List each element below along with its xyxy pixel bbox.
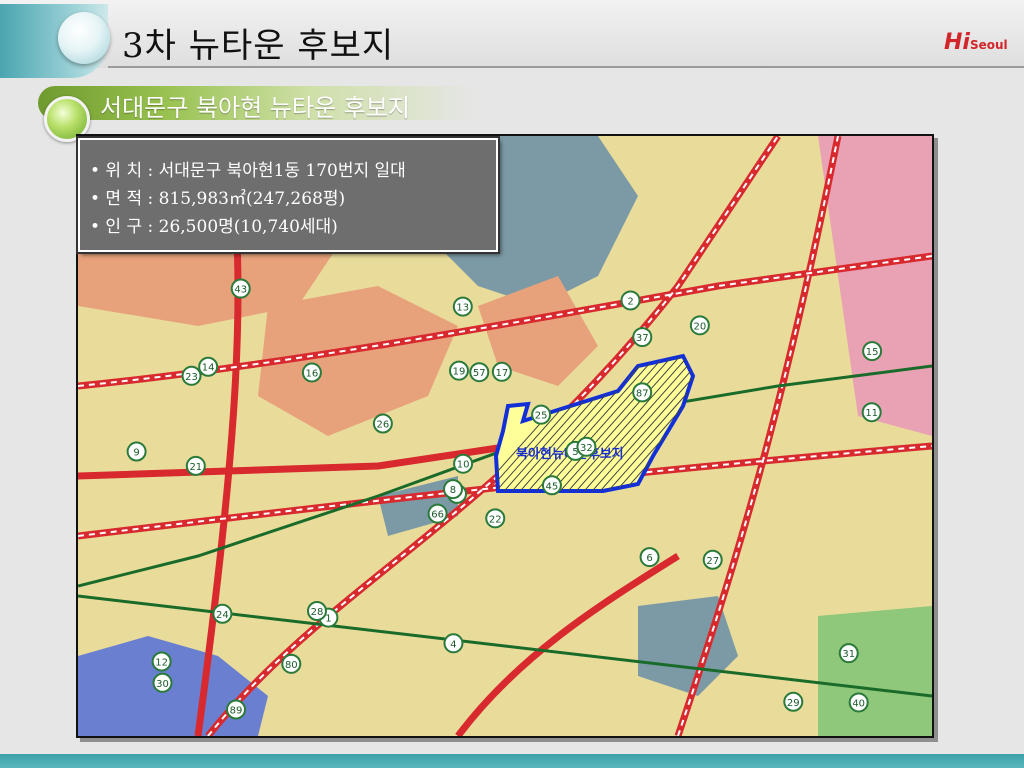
route-marker: 21 [185, 455, 206, 476]
route-marker: 15 [862, 341, 883, 362]
route-marker-label: 25 [535, 411, 548, 422]
route-marker-label: 14 [202, 363, 215, 374]
route-marker-label: 16 [306, 369, 319, 380]
route-marker: 8 [442, 479, 463, 500]
route-marker-label: 26 [377, 420, 390, 431]
route-marker: 22 [485, 508, 506, 529]
route-marker-label: 45 [546, 481, 559, 492]
route-marker-label: 13 [456, 303, 469, 314]
route-marker-label: 19 [453, 367, 466, 378]
route-marker-label: 22 [489, 514, 502, 525]
page-title: 3차 뉴타운 후보지 [122, 26, 395, 66]
info-population: • 인 구 : 26,500명(10,740세대) [90, 217, 338, 237]
route-marker-label: 11 [865, 408, 878, 419]
route-marker-label: 31 [842, 649, 855, 660]
logo-sub: Seoul [969, 38, 1008, 52]
route-marker: 16 [301, 362, 322, 383]
route-marker-label: 66 [431, 510, 444, 521]
route-marker-label: 32 [580, 443, 593, 454]
route-marker: 37 [632, 327, 653, 348]
route-marker: 17 [491, 361, 512, 382]
route-marker: 31 [838, 643, 859, 664]
footer-bar [0, 754, 1024, 768]
route-marker-label: 57 [473, 368, 486, 379]
park-zone [818, 606, 932, 736]
route-marker: 27 [702, 549, 723, 570]
route-marker-label: 40 [852, 698, 865, 709]
route-marker-label: 20 [693, 321, 706, 332]
route-marker: 12 [151, 651, 172, 672]
route-marker-label: 10 [457, 460, 470, 471]
route-marker: 13 [452, 296, 473, 317]
route-marker: 24 [212, 603, 233, 624]
route-marker: 4 [443, 633, 464, 654]
route-marker-label: 9 [133, 448, 139, 459]
logo-brand: Hi [944, 30, 970, 55]
route-marker-label: 87 [636, 388, 649, 399]
route-marker: 43 [230, 278, 251, 299]
route-marker: 6 [639, 547, 660, 568]
route-marker-label: 80 [285, 660, 298, 671]
section-title: 서대문구 북아현 뉴타운 후보지 [100, 94, 410, 122]
route-marker-label: 37 [636, 333, 649, 344]
route-marker-label: 17 [495, 368, 508, 379]
route-marker: 2 [620, 290, 641, 311]
route-marker: 26 [372, 413, 393, 434]
info-box: • 위 치 : 서대문구 북아현1동 170번지 일대 • 면 적 : 815,… [76, 136, 500, 254]
route-marker: 20 [689, 315, 710, 336]
route-marker-label: 24 [216, 610, 229, 621]
route-marker-label: 2 [627, 296, 633, 307]
route-marker: 10 [453, 453, 474, 474]
route-marker-label: 23 [185, 372, 198, 383]
route-marker-label: 6 [646, 553, 652, 564]
route-marker: 30 [152, 672, 173, 693]
route-marker: 66 [427, 503, 448, 524]
route-marker: 23 [181, 365, 202, 386]
route-marker: 19 [448, 360, 469, 381]
route-marker-label: 1 [325, 614, 331, 625]
route-marker-label: 29 [787, 698, 800, 709]
route-marker-label: 89 [230, 706, 243, 717]
route-marker: 14 [198, 356, 219, 377]
info-area: • 면 적 : 815,983㎡(247,268평) [90, 189, 346, 209]
route-marker: 11 [861, 402, 882, 423]
route-marker: 28 [306, 600, 327, 621]
info-location: • 위 치 : 서대문구 북아현1동 170번지 일대 [90, 161, 406, 181]
route-marker-label: 21 [189, 462, 202, 473]
route-marker-label: 8 [450, 485, 456, 496]
hi-seoul-logo: HiSeoul [944, 30, 1008, 55]
route-marker-label: 12 [155, 657, 168, 668]
route-marker: 32 [576, 436, 597, 457]
route-marker: 40 [848, 692, 869, 713]
route-marker-label: 28 [311, 607, 324, 618]
route-marker-label: 43 [234, 285, 247, 296]
route-marker-label: 30 [156, 679, 169, 690]
route-marker: 25 [531, 404, 552, 425]
route-marker: 89 [226, 699, 247, 720]
route-marker-label: 27 [706, 556, 719, 567]
route-marker-label: 15 [866, 347, 879, 358]
route-marker: 29 [783, 691, 804, 712]
header-divider [108, 66, 1024, 68]
route-marker-label: 4 [450, 639, 456, 650]
route-marker: 57 [469, 362, 490, 383]
header-orb-icon [58, 12, 110, 64]
route-marker: 9 [126, 441, 147, 462]
route-marker: 80 [281, 653, 302, 674]
route-marker: 87 [632, 382, 653, 403]
route-marker: 45 [541, 475, 562, 496]
